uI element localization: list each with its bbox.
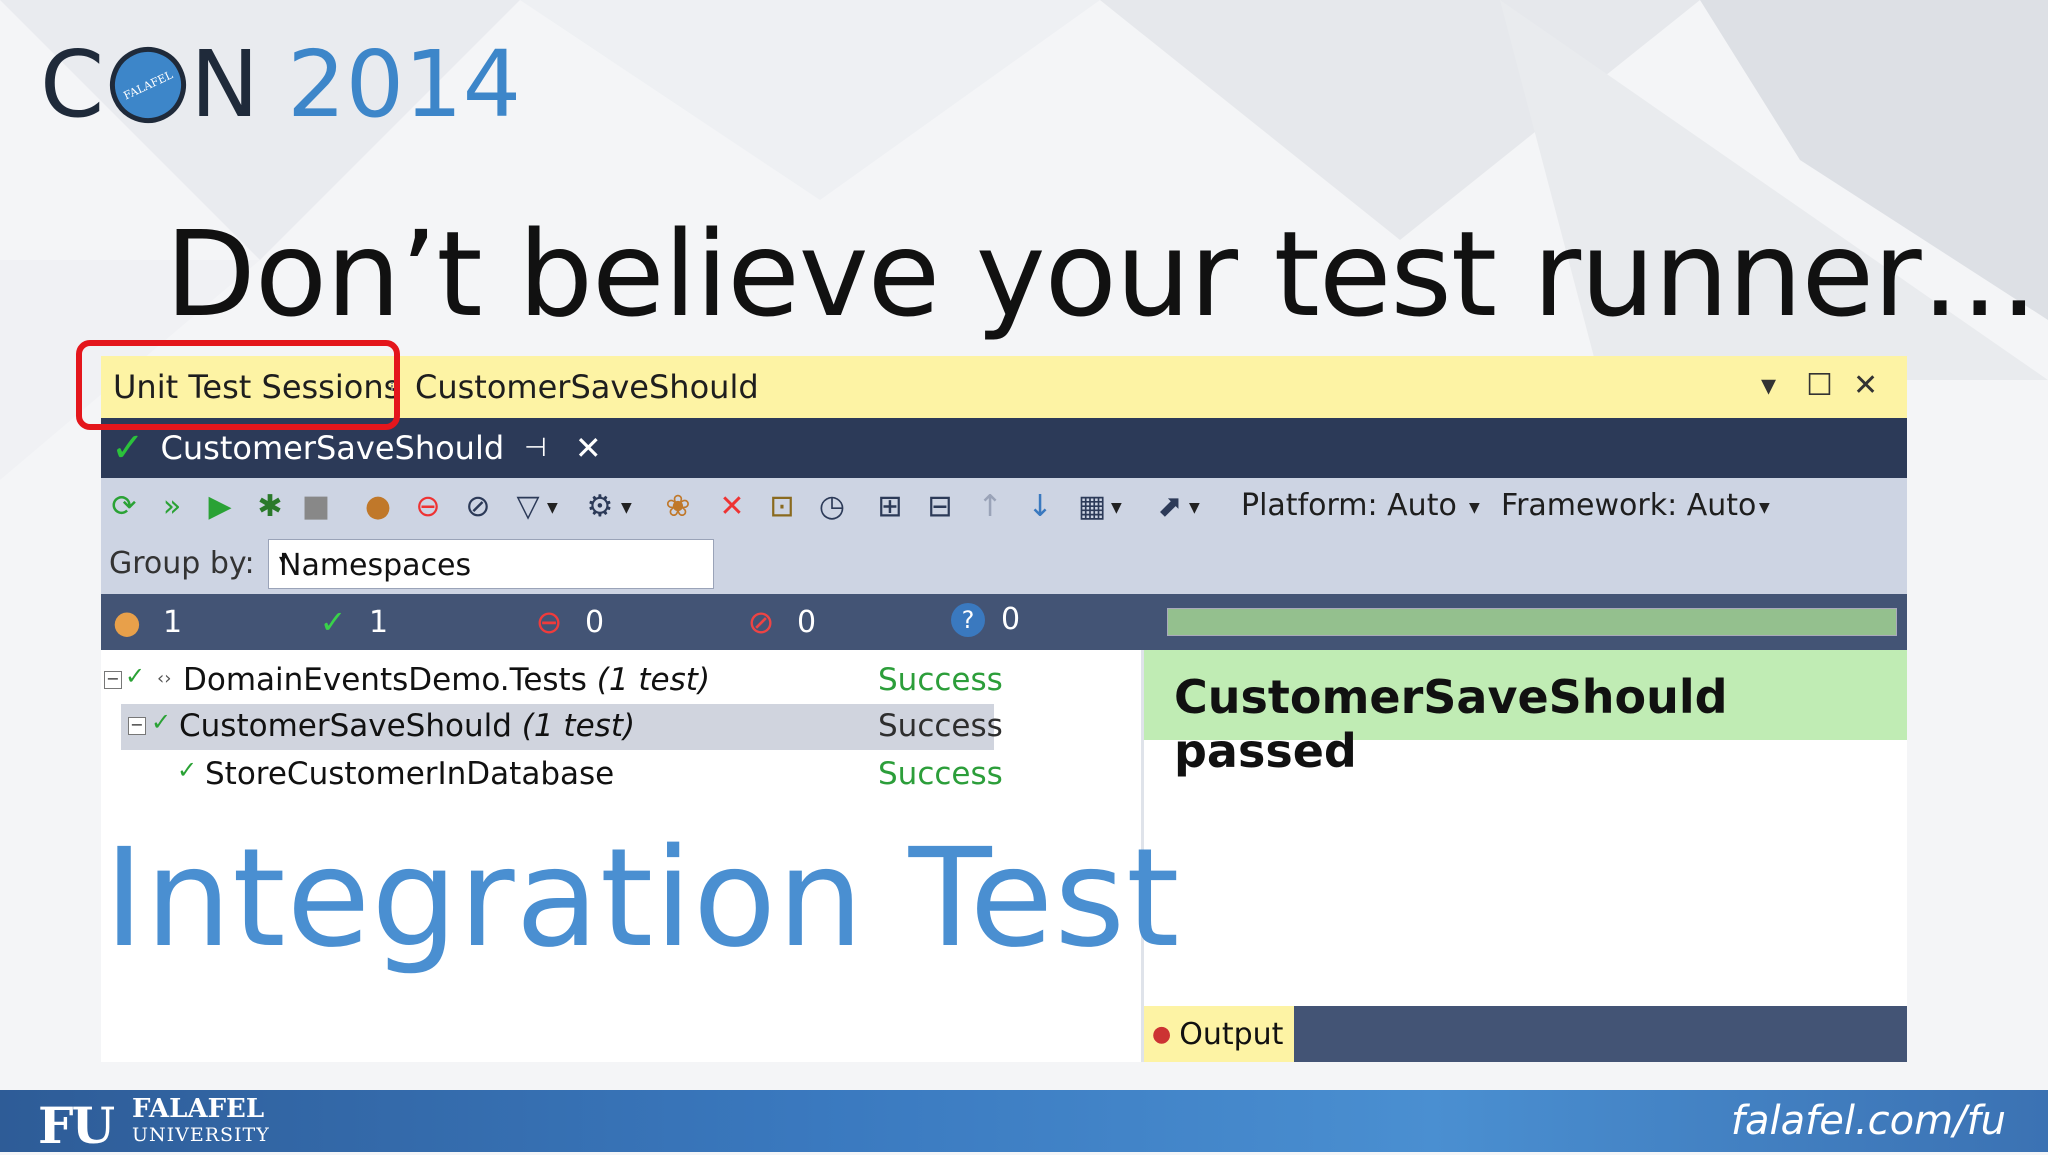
expand-all-icon[interactable]: ⊞ bbox=[871, 488, 909, 526]
con-2014-logo: C FALAFEL N 2014 bbox=[40, 31, 522, 138]
logo-letter-c: C bbox=[40, 31, 107, 138]
tree-row-namespace[interactable]: − ✓ ‹› DomainEventsDemo.Tests (1 test) S… bbox=[101, 658, 1003, 704]
falafel-ring-logo: FALAFEL bbox=[97, 34, 199, 136]
lock-icon[interactable]: ⊡ bbox=[763, 488, 801, 526]
unknown-tests-count[interactable]: ? 0 bbox=[951, 602, 1020, 637]
tree-row-test[interactable]: ✓ StoreCustomerInDatabase Success bbox=[101, 752, 1003, 798]
tree-item-name: StoreCustomerInDatabase bbox=[205, 756, 615, 792]
timer-icon[interactable]: ◷ bbox=[813, 488, 851, 526]
highlight-box bbox=[76, 340, 400, 430]
run-icon[interactable]: ▶ bbox=[201, 488, 239, 526]
group-by-bar: Group by: Namespaces ▾ bbox=[101, 534, 1907, 594]
layout-icon[interactable]: ▦ bbox=[1073, 488, 1111, 526]
platform-dropdown-arrow[interactable]: ▼ bbox=[1469, 500, 1480, 516]
passed-check-icon: ✓ bbox=[111, 425, 145, 471]
tab-close-icon[interactable]: ✕ bbox=[575, 429, 602, 467]
tree-item-result: Success bbox=[878, 756, 1003, 792]
platform-dropdown[interactable]: Platform: Auto bbox=[1241, 488, 1457, 523]
passed-check-icon: ✓ bbox=[319, 603, 347, 641]
filter-icon[interactable]: ▽ bbox=[509, 488, 547, 526]
close-icon[interactable]: ✕ bbox=[1853, 368, 1878, 403]
session-title: CustomerSaveShould bbox=[415, 368, 759, 406]
fu-logo: FU bbox=[38, 1096, 115, 1155]
chevron-down-icon: ▾ bbox=[279, 552, 287, 568]
result-banner-text: CustomerSaveShould passed bbox=[1174, 670, 1728, 778]
output-icon: ● bbox=[1152, 1021, 1172, 1047]
slide-title: Don’t believe your test runner… bbox=[165, 205, 2039, 343]
result-banner: CustomerSaveShould passed bbox=[1144, 650, 1907, 778]
run-unit-tests-icon[interactable]: » bbox=[153, 488, 191, 526]
remove-icon[interactable]: ✕ bbox=[713, 488, 751, 526]
logo-letter-n: N bbox=[190, 31, 262, 138]
failed-icon: ⊖ bbox=[535, 603, 563, 641]
logo-year: 2014 bbox=[287, 31, 522, 138]
tab-label: CustomerSaveShould bbox=[160, 429, 505, 467]
framework-dropdown-arrow[interactable]: ▼ bbox=[1759, 500, 1770, 516]
ignored-tests-count[interactable]: ⊘ 0 bbox=[741, 602, 817, 642]
output-tab-label: Output bbox=[1179, 1016, 1284, 1052]
tree-item-result: Success bbox=[878, 708, 1003, 744]
debug-icon[interactable]: ✱ bbox=[251, 488, 289, 526]
window-dropdown-icon[interactable]: ▾ bbox=[1761, 368, 1776, 403]
group-by-select[interactable]: Namespaces ▾ bbox=[268, 539, 714, 589]
failed-tests-count[interactable]: ⊖ 0 bbox=[529, 602, 605, 642]
dotcover-icon[interactable]: ❀ bbox=[659, 488, 697, 526]
integration-test-caption: Integration Test bbox=[104, 820, 1181, 978]
framework-dropdown[interactable]: Framework: Auto bbox=[1501, 488, 1756, 523]
result-panel: CustomerSaveShould passed ● Output bbox=[1144, 650, 1907, 1062]
show-all-icon[interactable]: ● bbox=[359, 488, 397, 526]
build-dropdown-icon[interactable]: ▼ bbox=[621, 500, 632, 516]
hide-ignored-icon[interactable]: ⊘ bbox=[459, 488, 497, 526]
tree-item-name: CustomerSaveShould (1 test) bbox=[179, 708, 636, 744]
tree-row-fixture[interactable]: − ✓ CustomerSaveShould (1 test) Success bbox=[121, 704, 1003, 750]
tab-output[interactable]: ● Output bbox=[1144, 1006, 1294, 1062]
export-icon[interactable]: ⬈ bbox=[1151, 488, 1189, 526]
namespace-icon: ‹› bbox=[157, 668, 172, 689]
filter-dropdown-icon[interactable]: ▼ bbox=[547, 500, 558, 516]
footer-bar: FU FALAFEL UNIVERSITY falafel.com/fu bbox=[0, 1090, 2048, 1155]
falafel-wordmark: FALAFEL bbox=[132, 1094, 265, 1124]
ignored-icon: ⊘ bbox=[747, 603, 775, 641]
collapse-icon[interactable]: − bbox=[128, 717, 146, 735]
output-tab-bar: ● Output bbox=[1144, 1006, 1907, 1062]
stop-icon[interactable]: ■ bbox=[297, 488, 335, 526]
tree-item-result: Success bbox=[878, 662, 1003, 698]
question-icon: ? bbox=[951, 602, 985, 637]
test-status-bar: ● 1 ✓ 1 ⊖ 0 ⊘ 0 ? 0 bbox=[101, 594, 1907, 650]
pin-icon[interactable]: ⊣ bbox=[524, 433, 547, 463]
all-tests-icon: ● bbox=[113, 603, 141, 641]
test-progress-bar bbox=[1167, 608, 1897, 636]
maximize-icon[interactable]: ☐ bbox=[1806, 368, 1833, 403]
university-wordmark: UNIVERSITY bbox=[132, 1124, 270, 1146]
layout-dropdown-icon[interactable]: ▼ bbox=[1111, 500, 1122, 516]
passed-check-icon: ✓ bbox=[151, 708, 172, 736]
show-failed-icon[interactable]: ⊖ bbox=[409, 488, 447, 526]
export-dropdown-icon[interactable]: ▼ bbox=[1189, 500, 1200, 516]
previous-icon[interactable]: ↑ bbox=[971, 488, 1009, 526]
collapse-icon[interactable]: − bbox=[104, 671, 122, 689]
build-icon[interactable]: ⚙ bbox=[581, 488, 619, 526]
passed-check-icon: ✓ bbox=[177, 756, 198, 784]
total-tests-count[interactable]: ● 1 bbox=[107, 602, 182, 642]
collapse-all-icon[interactable]: ⊟ bbox=[921, 488, 959, 526]
passed-check-icon: ✓ bbox=[125, 662, 146, 690]
passed-tests-count[interactable]: ✓ 1 bbox=[313, 602, 389, 642]
tree-item-name: DomainEventsDemo.Tests (1 test) bbox=[183, 662, 711, 698]
session-toolbar: ⟳ » ▶ ✱ ■ ● ⊖ ⊘ ▽ ▼ ⚙ ▼ ❀ ✕ ⊡ ◷ ⊞ ⊟ ↑ ↓ … bbox=[101, 478, 1907, 534]
group-by-label: Group by: bbox=[109, 546, 255, 581]
next-icon[interactable]: ↓ bbox=[1021, 488, 1059, 526]
footer-site-url: falafel.com/fu bbox=[1730, 1098, 2006, 1144]
run-all-icon[interactable]: ⟳ bbox=[105, 488, 143, 526]
